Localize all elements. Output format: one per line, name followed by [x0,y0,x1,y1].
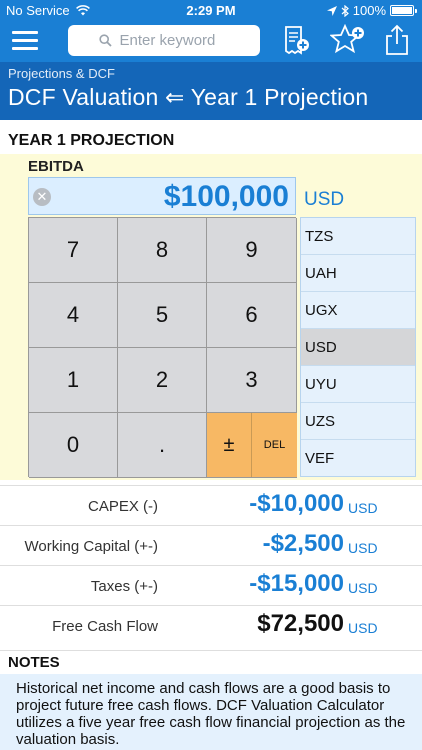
key-6[interactable]: 6 [207,283,297,348]
result-unit: USD [348,580,378,596]
result-label: Taxes (+-) [90,578,158,595]
notes-text: Historical net income and cash flows are… [0,674,422,750]
sign-delete-group: ± DEL [207,413,297,478]
result-label: CAPEX (-) [87,498,158,515]
notes-title: NOTES [0,650,422,674]
currency-option[interactable]: VEF [301,440,415,476]
share-icon[interactable] [384,24,410,56]
title-band: Projections & DCF DCF Valuation ⇐ Year 1… [0,62,422,120]
menu-icon-bar [12,30,38,34]
menu-icon-bar [12,38,38,42]
result-value: -$2,500 [262,530,344,557]
result-row-taxes[interactable]: Taxes (+-) -$15,000 USD [0,565,422,605]
key-4[interactable]: 4 [29,283,118,348]
result-value: $72,500 [257,610,344,637]
result-row-working-capital[interactable]: Working Capital (+-) -$2,500 USD [0,525,422,565]
key-2[interactable]: 2 [118,348,207,413]
clear-icon[interactable]: ✕ [33,188,51,206]
currency-picker[interactable]: TZS UAH UGX USD UYU UZS VEF [300,217,416,477]
currency-option[interactable]: TZS [301,218,415,255]
currency-option[interactable]: UAH [301,255,415,292]
bluetooth-icon [341,4,349,17]
result-unit: USD [348,620,378,636]
add-favorite-icon[interactable] [330,24,366,56]
key-0[interactable]: 0 [29,413,118,478]
key-7[interactable]: 7 [29,218,118,283]
currency-option[interactable]: UYU [301,366,415,403]
result-unit: USD [348,500,378,516]
result-label: Working Capital (+-) [24,538,158,555]
ebitda-value: $100,000 [163,180,289,213]
ebitda-unit[interactable]: USD [304,189,344,211]
page-title: DCF Valuation ⇐ Year 1 Projection [8,84,369,110]
result-row-free-cash-flow: Free Cash Flow $72,500 USD [0,605,422,645]
key-3[interactable]: 3 [207,348,297,413]
ebitda-input[interactable]: ✕ $100,000 [28,177,296,215]
currency-option[interactable]: UZS [301,403,415,440]
menu-button[interactable] [12,27,38,53]
key-decimal[interactable]: . [118,413,207,478]
battery-percent: 100% [352,3,386,18]
result-value: -$15,000 [249,570,344,597]
menu-icon-bar [12,46,38,50]
location-icon [326,5,337,16]
top-bar: No Service 2:29 PM 100% [0,0,422,62]
result-value: -$10,000 [249,490,344,517]
search-icon [98,34,112,47]
search-box[interactable] [68,25,260,56]
status-bar: No Service 2:29 PM 100% [0,0,422,20]
key-9[interactable]: 9 [207,218,297,283]
result-unit: USD [348,540,378,556]
battery-icon [390,5,417,16]
keypad: 7 8 9 4 5 6 1 2 3 0 . ± DEL [28,217,297,478]
currency-option[interactable]: UGX [301,292,415,329]
plus-minus-button[interactable]: ± [207,413,252,477]
key-1[interactable]: 1 [29,348,118,413]
add-note-icon[interactable] [280,24,312,56]
delete-button[interactable]: DEL [252,413,297,477]
currency-option-selected[interactable]: USD [301,329,415,366]
search-input[interactable] [119,32,230,49]
key-5[interactable]: 5 [118,283,207,348]
breadcrumb[interactable]: Projections & DCF [8,66,115,81]
ebitda-label: EBITDA [28,158,84,175]
key-8[interactable]: 8 [118,218,207,283]
status-right: 100% [326,3,417,18]
result-row-capex[interactable]: CAPEX (-) -$10,000 USD [0,485,422,525]
result-label: Free Cash Flow [52,618,158,635]
section-title: YEAR 1 PROJECTION [0,128,422,154]
